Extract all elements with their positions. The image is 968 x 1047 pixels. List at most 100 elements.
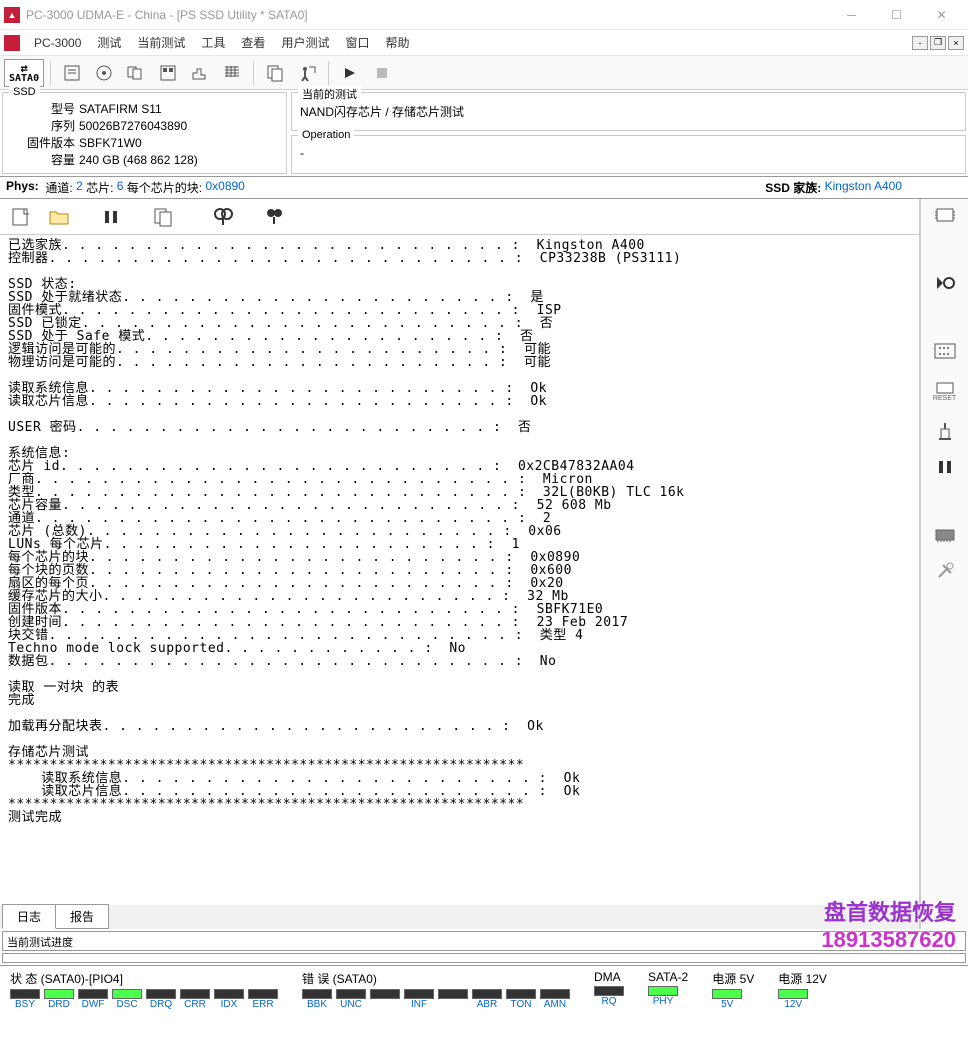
maximize-button[interactable]: ☐ [874,1,919,29]
log-toolbar [0,199,919,235]
menu-test[interactable]: 测试 [89,32,129,53]
board-icon[interactable] [929,339,961,363]
err-label-7: AMN [540,999,570,1010]
err-led-3 [404,989,434,999]
log-new-icon[interactable] [6,203,36,231]
status-error-label: 错 误 (SATA0) [302,970,570,987]
copy-button[interactable] [148,203,178,231]
state-led-err [248,989,278,999]
mdi-restore[interactable]: ❐ [930,36,946,50]
serial-value: 50026B7276043890 [79,118,187,135]
dma-label: DMA [594,970,624,984]
op-box-value: - [300,144,957,162]
menu-window[interactable]: 窗口 [337,32,377,53]
tool-btn-2[interactable] [89,59,119,87]
chip-value: 6 [117,179,124,196]
tool-btn-copy[interactable] [260,59,290,87]
titlebar: ▲ PC-3000 UDMA-E - China - [PS SSD Utili… [0,0,968,30]
app-icon: ▲ [4,7,20,23]
p5-label: 电源 5V [712,970,754,987]
sata-port-indicator[interactable]: ⇄ SATA0 [4,59,44,87]
log-output[interactable]: 已选家族. . . . . . . . . . . . . . . . . . … [0,235,919,905]
ssd-box-title: SSD [9,86,40,98]
tab-log[interactable]: 日志 [2,904,56,929]
state-led-drq [146,989,176,999]
phys-bar: Phys: 通道: 2 芯片: 6 每个芯片的块: 0x0890 SSD 家族:… [0,177,968,199]
info-area: SSD 型号SATAFIRM S11 序列50026B7276043890 固件… [0,90,968,177]
serial-label: 序列 [11,118,79,135]
tool-btn-4[interactable] [153,59,183,87]
ssd-family-label: SSD 家族: [765,179,821,196]
window-title: PC-3000 UDMA-E - China - [PS SSD Utility… [26,8,829,22]
status-dma-group: DMA RQ [594,970,624,1007]
tab-report[interactable]: 报告 [55,904,109,929]
menu-user-test[interactable]: 用户测试 [273,32,337,53]
close-button[interactable]: ✕ [919,1,964,29]
channel-label: 通道: [45,179,72,196]
err-label-2 [370,999,400,1010]
state-label-dwf: DWF [78,999,108,1010]
menu-help[interactable]: 帮助 [377,32,417,53]
fw-label: 固件版本 [11,135,79,152]
err-label-1: UNC [336,999,366,1010]
power-icon[interactable] [929,419,961,443]
play-button[interactable] [335,59,365,87]
tool-btn-3[interactable] [121,59,151,87]
status-error-group: 错 误 (SATA0) BBKUNCINFABRTONAMN [302,970,570,1010]
chip-dark-icon[interactable] [929,523,961,547]
stop-button[interactable] [367,59,397,87]
menu-tools[interactable]: 工具 [193,32,233,53]
pause-side-button[interactable] [929,455,961,479]
tool-btn-exit[interactable] [292,59,322,87]
app-icon-small [4,35,20,51]
op-box-title: Operation [298,129,354,141]
err-led-4 [438,989,468,999]
blocks-value: 0x0890 [205,179,244,196]
tool-btn-1[interactable] [57,59,87,87]
chip-icon[interactable] [929,203,961,227]
state-led-dsc [112,989,142,999]
err-led-2 [370,989,400,999]
test-box-title: 当前的测试 [298,86,361,102]
err-label-0: BBK [302,999,332,1010]
err-led-1 [336,989,366,999]
reset-button[interactable]: RESET [929,375,961,407]
tools-icon[interactable] [929,559,961,583]
menu-view[interactable]: 查看 [233,32,273,53]
mdi-minimize[interactable]: - [912,36,928,50]
err-label-3: INF [404,999,434,1010]
current-test-box: 当前的测试 NAND闪存芯片 / 存储芯片测试 [291,92,966,131]
state-led-idx [214,989,244,999]
minimize-button[interactable]: ─ [829,1,874,29]
progress-label: 当前测试进度 [7,937,73,949]
search-icon[interactable] [208,203,238,231]
dma-led [594,986,624,996]
step-right-icon[interactable] [929,271,961,295]
progress-track [2,953,966,963]
log-open-icon[interactable] [44,203,74,231]
state-label-drq: DRQ [146,999,176,1010]
state-label-crr: CRR [180,999,210,1010]
search-next-icon[interactable] [260,203,290,231]
menu-app[interactable]: PC-3000 [26,34,89,52]
status-state-group: 状 态 (SATA0)-[PIO4] BSYDRDDWFDSCDRQCRRIDX… [10,970,278,1010]
tool-btn-6[interactable] [217,59,247,87]
state-label-bsy: BSY [10,999,40,1010]
err-led-0 [302,989,332,999]
menu-current-test[interactable]: 当前测试 [129,32,193,53]
pause-button[interactable] [96,203,126,231]
blocks-label: 每个芯片的块: [127,179,202,196]
ssd-family-value: Kingston A400 [825,179,902,196]
channel-value: 2 [76,179,83,196]
sata2-led [648,986,678,996]
state-label-drd: DRD [44,999,74,1010]
main-area: 已选家族. . . . . . . . . . . . . . . . . . … [0,199,968,929]
status-state-label: 状 态 (SATA0)-[PIO4] [10,970,278,987]
p5-led [712,989,742,999]
mdi-close[interactable]: × [948,36,964,50]
log-tabs: 日志 报告 [0,905,919,929]
menubar: PC-3000 测试 当前测试 工具 查看 用户测试 窗口 帮助 - ❐ × [0,30,968,56]
err-led-6 [506,989,536,999]
sata2-label: SATA-2 [648,970,688,984]
tool-btn-5[interactable] [185,59,215,87]
